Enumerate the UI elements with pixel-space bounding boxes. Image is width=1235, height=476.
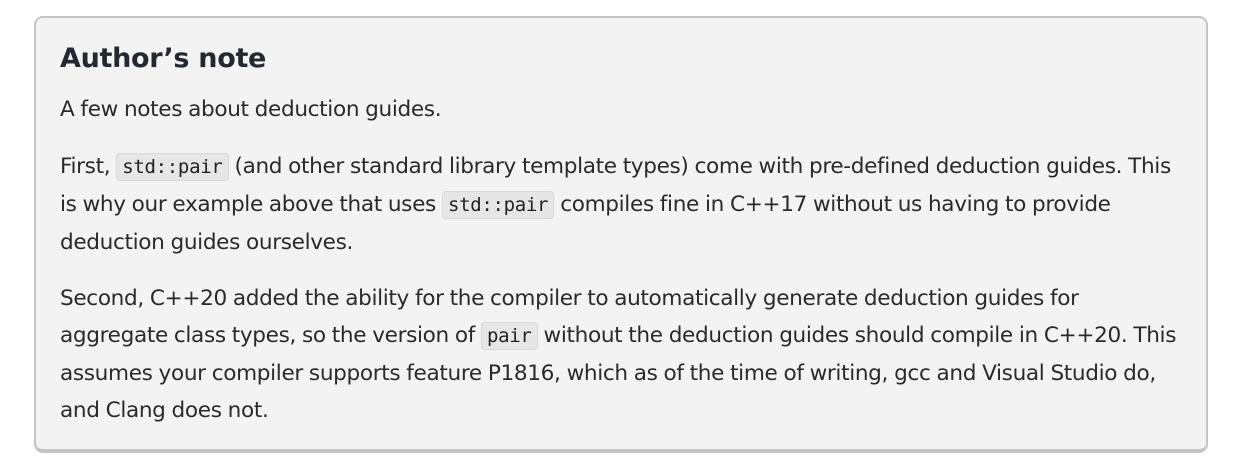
note-title: Author’s note: [60, 43, 267, 74]
inline-code-std-pair: std::pair: [116, 153, 229, 181]
inline-code-std-pair-2: std::pair: [441, 191, 555, 219]
inline-code-pair: pair: [480, 322, 538, 350]
p1-text-1: First,: [60, 154, 117, 179]
note-paragraph-cpp20: Second, C++20 added the ability for the …: [60, 280, 1182, 429]
note-paragraph-std-pair: First, std::pair (and other standard lib…: [60, 148, 1182, 261]
note-intro-paragraph: A few notes about deduction guides.: [60, 91, 1182, 128]
authors-note-box: Author’s note A few notes about deductio…: [34, 16, 1208, 453]
intro-text: A few notes about deduction guides.: [60, 97, 442, 122]
